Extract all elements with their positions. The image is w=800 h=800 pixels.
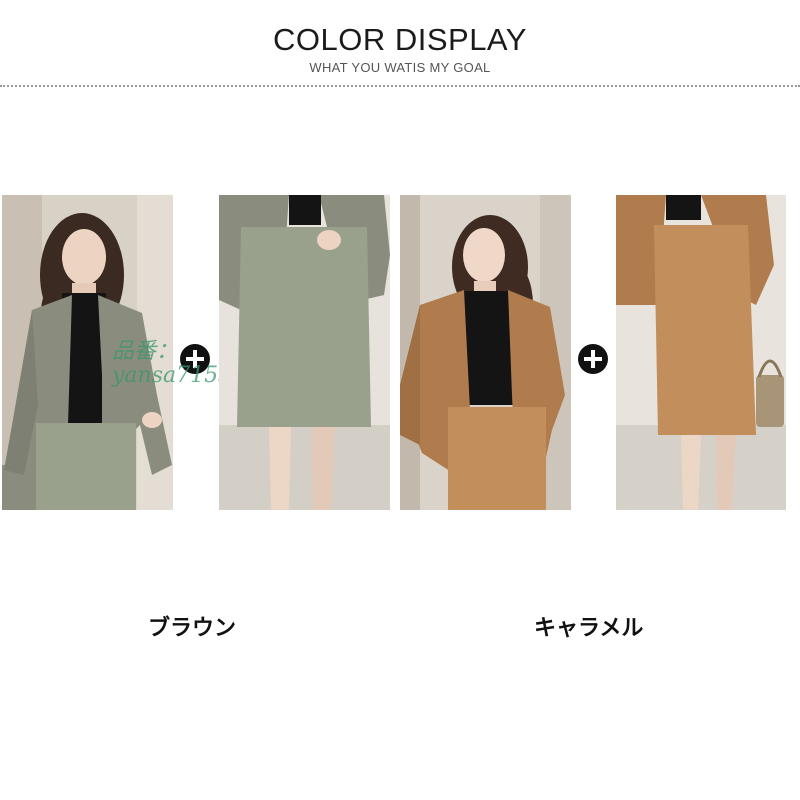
page-title: COLOR DISPLAY: [272, 22, 527, 57]
caramel-skirt-detail-photo: [616, 195, 786, 510]
plus-icon: [578, 344, 608, 374]
color-name-label: キャラメル: [534, 616, 644, 641]
color-name-label: ブラウン: [148, 616, 237, 641]
gray-green-skirt-detail-photo: [219, 195, 390, 510]
dotted-divider: [0, 85, 800, 87]
page-subtitle: WHAT YOU WATIS MY GOAL: [309, 60, 491, 75]
caramel-suit-model-photo: [400, 195, 571, 510]
